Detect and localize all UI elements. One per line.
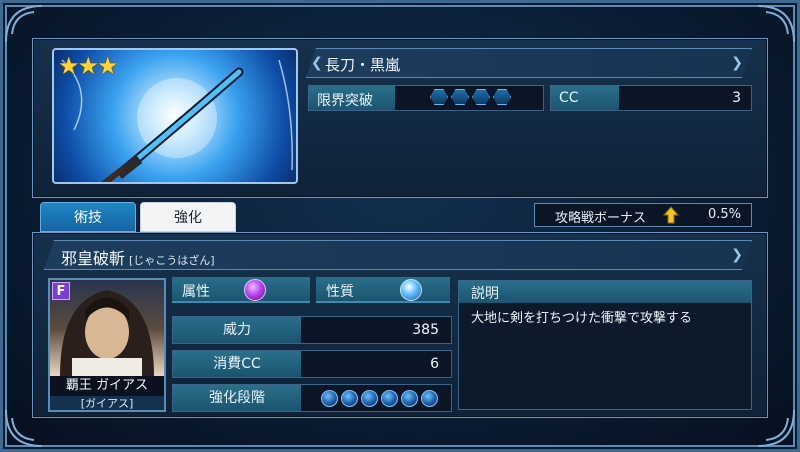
stage-orb-icon bbox=[341, 390, 358, 407]
description-box: 説明 大地に剣を打ちつけた衝撃で攻撃する bbox=[458, 280, 752, 410]
gem-icon bbox=[451, 89, 469, 105]
gem-icon bbox=[493, 89, 511, 105]
nature-icon bbox=[400, 279, 422, 301]
capture-bonus-box: 攻略戦ボーナス 0.5% bbox=[534, 203, 752, 227]
chevron-right-icon: ❯ bbox=[731, 55, 743, 71]
cc-label: CC bbox=[551, 86, 619, 110]
rarity-stars: ★★★ bbox=[58, 52, 119, 80]
description-text: 大地に剣を打ちつけた衝撃で攻撃する bbox=[471, 311, 693, 326]
bonus-label: 攻略戦ボーナス bbox=[555, 211, 647, 226]
stage-orb-icon bbox=[421, 390, 438, 407]
tab-skill[interactable]: 術技 bbox=[40, 202, 136, 232]
nature-header: 性質 bbox=[316, 277, 450, 303]
cc-value: 3 bbox=[732, 90, 741, 106]
stage-label: 強化段階 bbox=[173, 385, 301, 411]
power-row: 威力 385 bbox=[172, 316, 452, 344]
nature-label: 性質 bbox=[326, 284, 354, 300]
cc-box: CC 3 bbox=[550, 85, 752, 111]
attribute-header: 属性 bbox=[172, 277, 310, 303]
rank-badge: F bbox=[52, 282, 70, 300]
stage-row: 強化段階 bbox=[172, 384, 452, 412]
description-label: 説明 bbox=[459, 281, 751, 303]
character-portrait[interactable]: F 覇王 ガイアス [ガイアス] bbox=[48, 278, 166, 412]
skill-name: 邪皇破斬 bbox=[61, 249, 126, 268]
limit-break-gems bbox=[430, 89, 511, 105]
weapon-name: 長刀・黒嵐 bbox=[325, 56, 401, 74]
stage-orb-icon bbox=[361, 390, 378, 407]
limit-break-label: 限界突破 bbox=[309, 86, 395, 110]
stage-orb-icon bbox=[401, 390, 418, 407]
gem-icon bbox=[472, 89, 490, 105]
power-label: 威力 bbox=[173, 317, 301, 343]
stage-orb-icon bbox=[381, 390, 398, 407]
cost-label: 消費CC bbox=[173, 351, 301, 377]
tab-enhance[interactable]: 強化 bbox=[140, 202, 236, 232]
attribute-label: 属性 bbox=[182, 284, 210, 300]
character-name: 覇王 ガイアス bbox=[50, 376, 164, 396]
skill-reading: [じゃこうはざん] bbox=[129, 254, 215, 267]
stage-orb-icon bbox=[321, 390, 338, 407]
cost-value: 6 bbox=[430, 356, 439, 372]
dark-attribute-icon bbox=[244, 279, 266, 301]
character-subname: [ガイアス] bbox=[50, 396, 164, 410]
weapon-name-banner: ❮ 長刀・黒嵐 ❯ bbox=[306, 48, 752, 78]
chevron-right-icon: ❯ bbox=[731, 247, 743, 263]
weapon-image: ★★★ bbox=[52, 48, 298, 184]
stage-orbs bbox=[321, 390, 438, 407]
bonus-value: 0.5% bbox=[707, 207, 741, 222]
skill-name-banner: 邪皇破斬 [じゃこうはざん] ❯ bbox=[44, 240, 752, 270]
cost-row: 消費CC 6 bbox=[172, 350, 452, 378]
gem-icon bbox=[430, 89, 448, 105]
power-value: 385 bbox=[412, 322, 439, 338]
arrow-up-icon bbox=[663, 206, 679, 224]
